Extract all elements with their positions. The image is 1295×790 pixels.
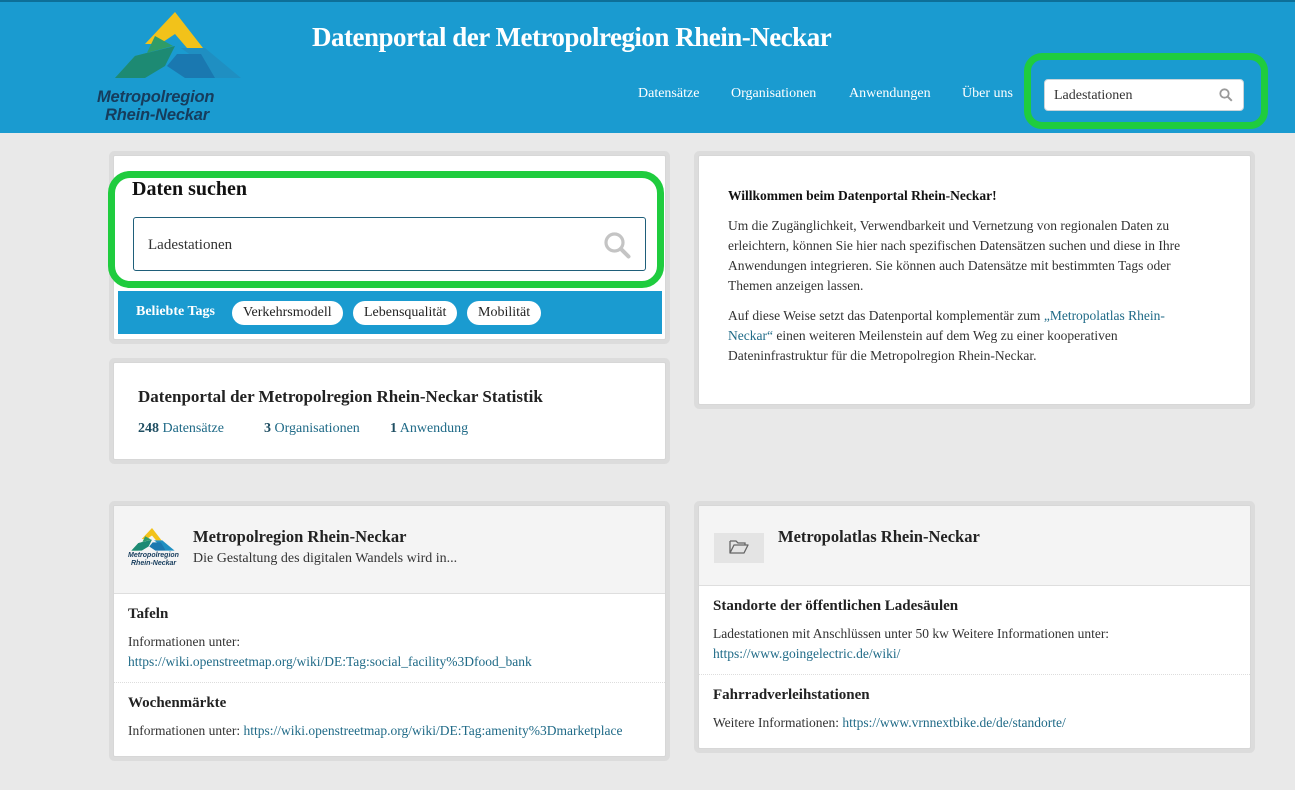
stats-organizations[interactable]: 3 Organisationen <box>264 421 360 437</box>
stats-orgs-label: Organisationen <box>274 421 360 436</box>
dataset-title[interactable]: Wochenmärkte <box>128 695 653 712</box>
dataset-text: Weitere Informationen: <box>713 715 839 730</box>
dataset-text: Ladestationen mit Anschlüssen unter 50 k… <box>713 626 1110 641</box>
popular-tags-bar: Beliebte Tags Verkehrsmodell Lebensquali… <box>118 291 662 334</box>
nav-applications[interactable]: Anwendungen <box>849 86 931 102</box>
atlas-card: Metropolatlas Rhein-Neckar Standorte der… <box>698 505 1251 749</box>
atlas-name[interactable]: Metropolatlas Rhein-Neckar <box>778 527 980 547</box>
dataset-text: Informationen unter: <box>128 634 241 649</box>
tag-verkehrsmodell[interactable]: Verkehrsmodell <box>232 301 343 325</box>
nav-organizations[interactable]: Organisationen <box>731 86 816 102</box>
dataset-divider <box>114 682 665 683</box>
nav-datasets[interactable]: Datensätze <box>638 86 699 102</box>
stats-apps-count: 1 <box>390 421 397 436</box>
welcome-heading: Willkommen beim Datenportal Rhein-Neckar… <box>728 188 997 203</box>
stats-datasets-count: 248 <box>138 421 159 436</box>
dataset-title[interactable]: Standorte der öffentlichen Ladesäulen <box>713 598 1238 615</box>
logo-mark-icon <box>115 12 241 78</box>
dataset-title[interactable]: Fahrradverleihstationen <box>713 687 1238 704</box>
dataset-title[interactable]: Tafeln <box>128 606 653 623</box>
stats-title: Datenportal der Metropolregion Rhein-Nec… <box>138 387 543 406</box>
welcome-p2-before: Auf diese Weise setzt das Datenportal ko… <box>728 308 1044 323</box>
org-logo-text: Metropolregion Rhein-Neckar <box>128 552 179 568</box>
dataset-item-ladesaeulen: Standorte der öffentlichen Ladesäulen La… <box>713 598 1238 664</box>
dataset-link[interactable]: https://www.goingelectric.de/wiki/ <box>713 646 900 661</box>
stats-card: Datenportal der Metropolregion Rhein-Nec… <box>113 362 666 460</box>
stats-orgs-count: 3 <box>264 421 271 436</box>
stats-apps-label: Anwendung <box>399 421 469 436</box>
logo-line-2: Rhein-Neckar <box>105 106 209 124</box>
dataset-link[interactable]: https://wiki.openstreetmap.org/wiki/DE:T… <box>243 723 622 738</box>
popular-tags-label: Beliebte Tags <box>136 304 215 319</box>
dataset-item-tafeln: Tafeln Informationen unter: https://wiki… <box>128 606 653 672</box>
site-title[interactable]: Datenportal der Metropolregion Rhein-Nec… <box>312 22 832 53</box>
dataset-link[interactable]: https://wiki.openstreetmap.org/wiki/DE:T… <box>128 654 532 669</box>
main-search-highlight <box>108 171 664 288</box>
stats-applications[interactable]: 1 Anwendung <box>390 421 468 437</box>
org-logo-icon <box>131 528 175 551</box>
tag-lebensqualitaet[interactable]: Lebensqualität <box>353 301 458 325</box>
folder-placeholder <box>714 533 764 563</box>
dataset-link[interactable]: https://www.vrnnextbike.de/de/standorte/ <box>842 715 1065 730</box>
logo-line-1: Metropolregion <box>97 88 215 106</box>
tag-mobilitaet[interactable]: Mobilität <box>467 301 542 325</box>
dataset-text: Informationen unter: <box>128 723 241 738</box>
org-card: Metropolregion Rhein-Neckar Metropolregi… <box>113 505 666 757</box>
dataset-item-fahrradverleih: Fahrradverleihstationen Weitere Informat… <box>713 687 1238 733</box>
site-logo[interactable]: Metropolregion Rhein-Neckar <box>95 12 255 130</box>
welcome-paragraph-2: Auf diese Weise setzt das Datenportal ko… <box>728 306 1208 366</box>
stats-datasets-label: Datensätze <box>162 421 224 436</box>
welcome-p2-after: einen weiteren Meilenstein auf dem Weg z… <box>728 328 1118 363</box>
logo-text: Metropolregion Rhein-Neckar <box>97 88 257 124</box>
welcome-card: Willkommen beim Datenportal Rhein-Neckar… <box>698 155 1251 405</box>
org-logo-line-2: Rhein-Neckar <box>131 560 177 567</box>
header-search-highlight <box>1024 53 1268 129</box>
org-logo-line-1: Metropolregion <box>128 552 179 559</box>
org-name[interactable]: Metropolregion Rhein-Neckar <box>193 527 406 547</box>
org-logo: Metropolregion Rhein-Neckar <box>128 528 180 570</box>
welcome-paragraph-1: Um die Zugänglichkeit, Verwendbarkeit un… <box>728 218 1181 293</box>
dataset-item-wochenmaerkte: Wochenmärkte Informationen unter: https:… <box>128 695 653 741</box>
org-card-header[interactable]: Metropolregion Rhein-Neckar Metropolregi… <box>114 506 665 594</box>
stats-datasets[interactable]: 248 Datensätze <box>138 421 224 437</box>
atlas-card-header[interactable]: Metropolatlas Rhein-Neckar <box>699 506 1250 586</box>
dataset-divider <box>699 674 1250 675</box>
nav-about[interactable]: Über uns <box>962 86 1013 102</box>
folder-open-icon <box>729 540 749 554</box>
org-description: Die Gestaltung des digitalen Wandels wir… <box>193 551 458 566</box>
